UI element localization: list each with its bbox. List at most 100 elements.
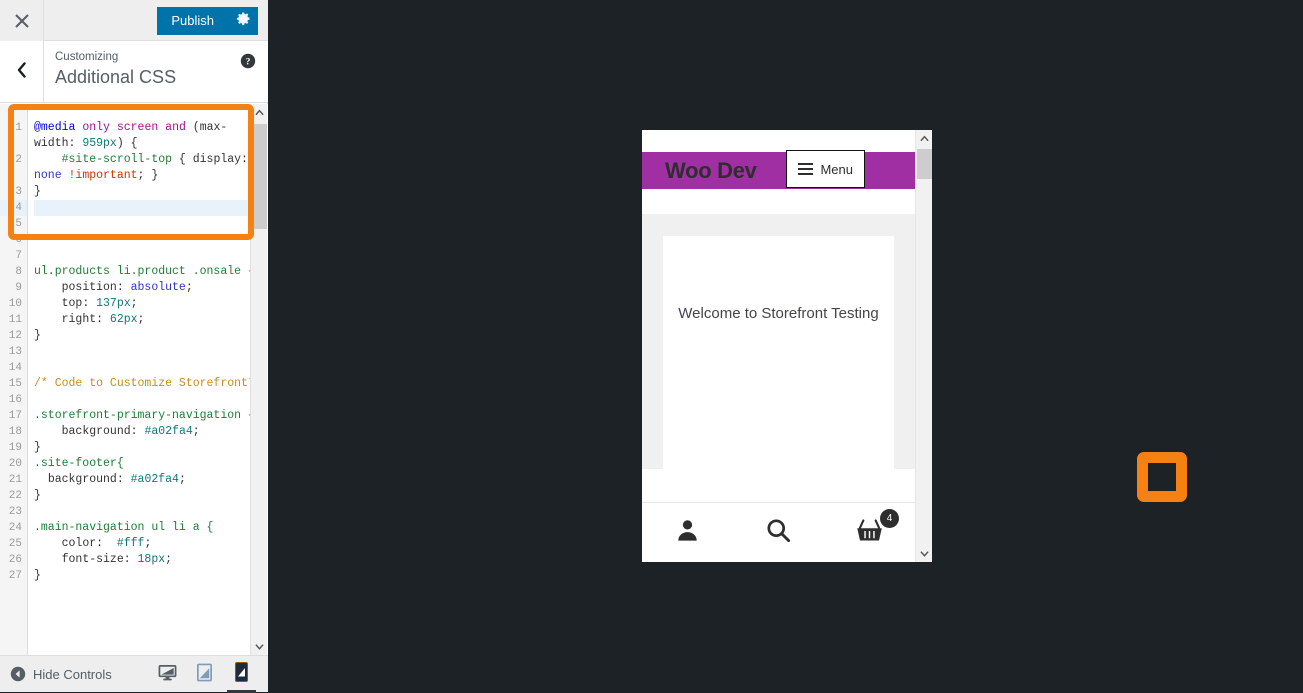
hide-controls-label: Hide Controls: [33, 666, 112, 682]
editor-scroll-down-button[interactable]: [251, 638, 268, 655]
editor-code-line[interactable]: [34, 248, 264, 264]
editor-code-line[interactable]: position: absolute;: [34, 280, 264, 296]
editor-code-line[interactable]: [34, 504, 264, 520]
svg-text:?: ?: [246, 57, 251, 68]
editor-line-number: 3: [15, 186, 22, 198]
person-icon: [674, 517, 701, 549]
cart-count-badge: 4: [880, 508, 899, 528]
preview-scrollbar[interactable]: [915, 130, 932, 562]
site-logo[interactable]: Woo Dev: [665, 158, 757, 184]
menu-button-label: Menu: [820, 161, 853, 177]
editor-line-number: 2: [15, 154, 22, 166]
editor-scrollbar[interactable]: [250, 104, 267, 655]
breadcrumb: Customizing: [55, 51, 119, 63]
editor-code-line[interactable]: }: [34, 440, 264, 456]
editor-line-number: 11: [8, 314, 22, 326]
preview-scroll-up-button[interactable]: [916, 130, 932, 147]
welcome-heading: Welcome to Storefront Testing: [678, 305, 879, 322]
editor-line-number: 5: [15, 218, 22, 230]
preview-scroll-down-button[interactable]: [916, 545, 932, 562]
editor-line-number: 22: [8, 490, 22, 502]
site-header-spacer: [642, 189, 915, 214]
close-customizer-button[interactable]: [0, 0, 44, 41]
editor-code-line[interactable]: color: #fff;: [34, 536, 264, 552]
editor-code-line[interactable]: }: [34, 568, 264, 584]
footer-nav-cart[interactable]: 4: [824, 508, 915, 549]
device-tablet-button[interactable]: [186, 656, 223, 693]
back-button[interactable]: [0, 41, 44, 103]
editor-scroll-up-button[interactable]: [251, 104, 268, 121]
editor-code-line[interactable]: /* Code to Customize Storefront*/: [34, 376, 264, 392]
editor-code-line[interactable]: ul.products li.product .onsale {: [34, 264, 264, 280]
editor-line-number: 24: [8, 522, 22, 534]
editor-line-number: 26: [8, 554, 22, 566]
editor-code-line[interactable]: [34, 216, 264, 232]
mobile-menu-button[interactable]: Menu: [786, 150, 865, 188]
footer-nav-account[interactable]: [642, 517, 733, 549]
editor-line-number: 8: [15, 266, 22, 278]
device-mobile-button[interactable]: [223, 656, 260, 693]
publish-settings-button[interactable]: [228, 7, 258, 35]
editor-code-line[interactable]: [34, 392, 264, 408]
device-desktop-button[interactable]: [149, 656, 186, 693]
preview-viewport[interactable]: Woo Dev Menu Welcome to Storefront Testi…: [642, 130, 915, 562]
editor-line-number: 25: [8, 538, 22, 550]
tablet-icon: [196, 663, 213, 687]
editor-line-number: 17: [8, 410, 22, 422]
editor-code-line[interactable]: font-size: 18px;: [34, 552, 264, 568]
editor-code-line[interactable]: [34, 232, 264, 248]
editor-line-number: 10: [8, 298, 22, 310]
editor-code-line[interactable]: }: [34, 328, 264, 344]
hamburger-icon: [798, 163, 814, 175]
site-top-spacer: [642, 130, 915, 152]
css-code-editor[interactable]: 1 2 3 4 5 6 7 8 9 10 11 12 13 14 15 16 17 18 19 20 21 22 23 24 2…: [0, 104, 268, 655]
editor-line-number: 9: [15, 282, 22, 294]
editor-line-number: 27: [8, 570, 22, 582]
editor-scrollbar-thumb[interactable]: [252, 124, 267, 229]
editor-line-number: 20: [8, 458, 22, 470]
editor-line-number: 4: [0, 200, 27, 216]
editor-code-line[interactable]: .main-navigation ul li a {: [34, 520, 264, 536]
customizer-footer-bar: Hide Controls: [0, 655, 268, 693]
customizer-header-bar: Publish: [0, 0, 268, 41]
editor-code-line[interactable]: }: [34, 488, 264, 504]
editor-line-number: 15: [8, 378, 22, 390]
editor-line-number: 6: [15, 234, 22, 246]
help-button[interactable]: ?: [240, 53, 256, 69]
mobile-preview-frame: Woo Dev Menu Welcome to Storefront Testi…: [642, 130, 932, 562]
footer-nav-search[interactable]: [733, 517, 824, 549]
editor-line-number: 12: [8, 330, 22, 342]
editor-code-line[interactable]: background: #a02fa4;: [34, 424, 264, 440]
editor-code-line[interactable]: right: 62px;: [34, 312, 264, 328]
editor-line-number: 14: [8, 362, 22, 374]
panel-title-text: Customizing Additional CSS: [55, 50, 176, 88]
editor-code-line[interactable]: [34, 200, 264, 216]
editor-code-line[interactable]: @media only screen and (max-width: 959px…: [34, 120, 264, 152]
mobile-icon: [235, 662, 248, 687]
editor-code-line[interactable]: }: [34, 184, 264, 200]
publish-button[interactable]: Publish: [157, 7, 228, 35]
preview-scrollbar-thumb[interactable]: [917, 149, 932, 179]
editor-line-number: 21: [8, 474, 22, 486]
editor-code-line[interactable]: .storefront-primary-navigation {: [34, 408, 264, 424]
site-header: Woo Dev Menu: [642, 150, 915, 189]
collapse-arrow-icon: [10, 666, 26, 682]
editor-code-line[interactable]: #site-scroll-top { display: none !import…: [34, 152, 264, 184]
editor-code-line[interactable]: [34, 344, 264, 360]
editor-code-line[interactable]: .site-footer{: [34, 456, 264, 472]
hide-controls-button[interactable]: Hide Controls: [10, 666, 112, 682]
editor-code-line[interactable]: [34, 360, 264, 376]
editor-code-line[interactable]: background: #a02fa4;: [34, 472, 264, 488]
editor-line-number: 7: [15, 250, 22, 262]
device-preview-switcher: [149, 656, 260, 693]
site-content-area: Welcome to Storefront Testing: [642, 214, 915, 469]
close-x-icon: [14, 13, 29, 28]
editor-line-number: 23: [8, 506, 22, 518]
editor-line-numbers: 1 2 3 4 5 6 7 8 9 10 11 12 13 14 15 16 17 18 19 20 21 22 23 24 2…: [0, 104, 28, 655]
gear-icon: [236, 11, 251, 31]
panel-title-row: Customizing Additional CSS ?: [0, 41, 268, 103]
content-card: Welcome to Storefront Testing: [663, 236, 894, 469]
chevron-left-icon: [16, 61, 27, 83]
editor-code-content[interactable]: @media only screen and (max-width: 959px…: [28, 104, 268, 655]
editor-code-line[interactable]: top: 137px;: [34, 296, 264, 312]
